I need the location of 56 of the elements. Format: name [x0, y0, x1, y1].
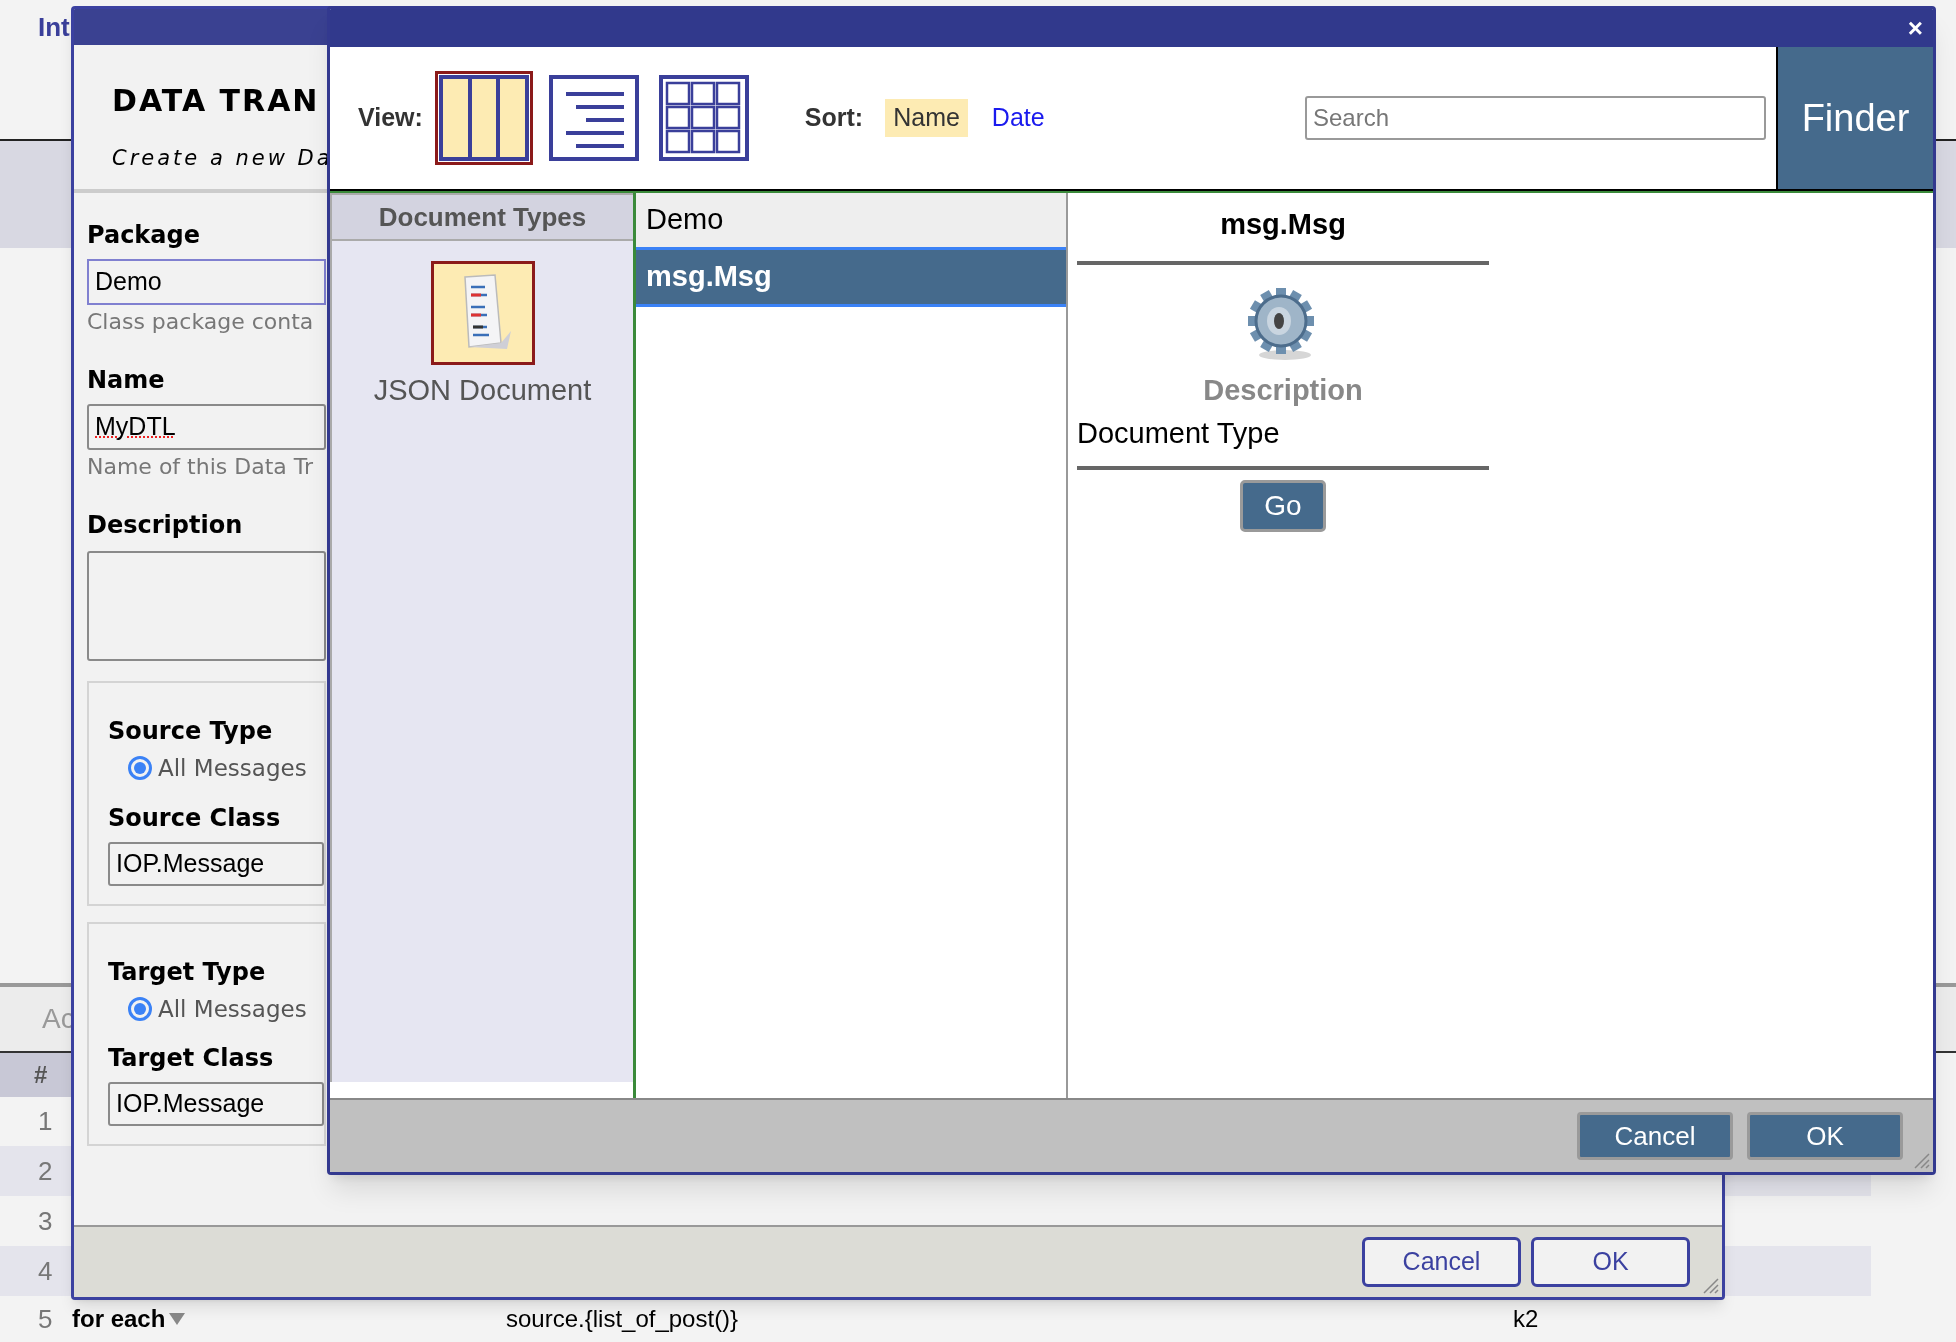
radio-label: All Messages: [158, 994, 307, 1024]
details-title: msg.Msg: [1220, 207, 1346, 242]
resize-grip-icon[interactable]: [1912, 1151, 1930, 1169]
text-field[interactable]: IOP.Message: [108, 1082, 324, 1126]
sort-label: Sort:: [804, 102, 864, 134]
field-hint: Class package conta: [87, 308, 315, 336]
category-item[interactable]: JSON Document: [332, 261, 633, 413]
radio-button[interactable]: [128, 996, 152, 1021]
list-item[interactable]: msg.Msg: [636, 247, 1066, 307]
grid-view-icon: [657, 74, 750, 162]
description-text: Document Type: [1077, 416, 1280, 451]
dialog-heading: DATA TRAN: [112, 82, 320, 120]
radio-label: All Messages: [158, 754, 307, 783]
field-label: Package: [87, 220, 200, 251]
ok-button[interactable]: OK: [1747, 1112, 1903, 1160]
field-label: Source Type: [108, 716, 273, 747]
row-number: 3: [37, 1204, 54, 1238]
field-label: Target Type: [108, 956, 266, 988]
field-hint: Name of this Data Tr: [87, 453, 314, 481]
view-button[interactable]: [434, 71, 533, 165]
row-number: 4: [37, 1254, 54, 1288]
dialog-subheading: Create a new Da: [112, 145, 333, 172]
field-label: Name: [87, 365, 165, 396]
category-header: Document Types: [332, 195, 633, 241]
cancel-button[interactable]: Cancel: [1577, 1112, 1733, 1160]
brand-title: Finder: [1801, 95, 1910, 141]
sort-option[interactable]: Name: [885, 99, 968, 137]
resize-grip-icon[interactable]: [1701, 1276, 1719, 1294]
row-number: 1: [37, 1105, 54, 1138]
dropdown-caret-icon[interactable]: [169, 1313, 186, 1326]
list-view-icon: [547, 74, 640, 162]
text-area[interactable]: [87, 551, 326, 661]
table-cell-text: source.{list_of_post()}: [506, 1304, 740, 1335]
field-label: Target Class: [108, 1044, 274, 1072]
columns-view-icon: [437, 74, 530, 162]
text-field[interactable]: IOP.Message: [108, 841, 324, 886]
page-title: Int: [38, 12, 70, 42]
table-cell: for each: [72, 1301, 506, 1338]
row-number: 5: [37, 1302, 54, 1336]
cancel-button[interactable]: Cancel: [1362, 1237, 1521, 1287]
description-label: Description: [1203, 372, 1363, 408]
text-field[interactable]: MyDTL: [87, 404, 326, 450]
sort-option[interactable]: Date: [983, 99, 1053, 137]
field-label: Source Class: [108, 803, 281, 832]
row-number: 2: [37, 1154, 54, 1188]
table-cell-text: k2: [1513, 1304, 1539, 1335]
search-field[interactable]: Search: [1305, 96, 1766, 140]
text-field[interactable]: Demo: [87, 259, 326, 305]
view-label: View:: [358, 102, 423, 134]
field-label: Description: [87, 510, 243, 541]
column-header: #: [34, 1059, 48, 1090]
radio-button[interactable]: [128, 756, 152, 781]
close-button[interactable]: ×: [1907, 15, 1923, 41]
ok-button[interactable]: OK: [1531, 1237, 1690, 1287]
go-button[interactable]: Go: [1240, 479, 1326, 532]
list-item[interactable]: Demo: [636, 193, 1066, 247]
